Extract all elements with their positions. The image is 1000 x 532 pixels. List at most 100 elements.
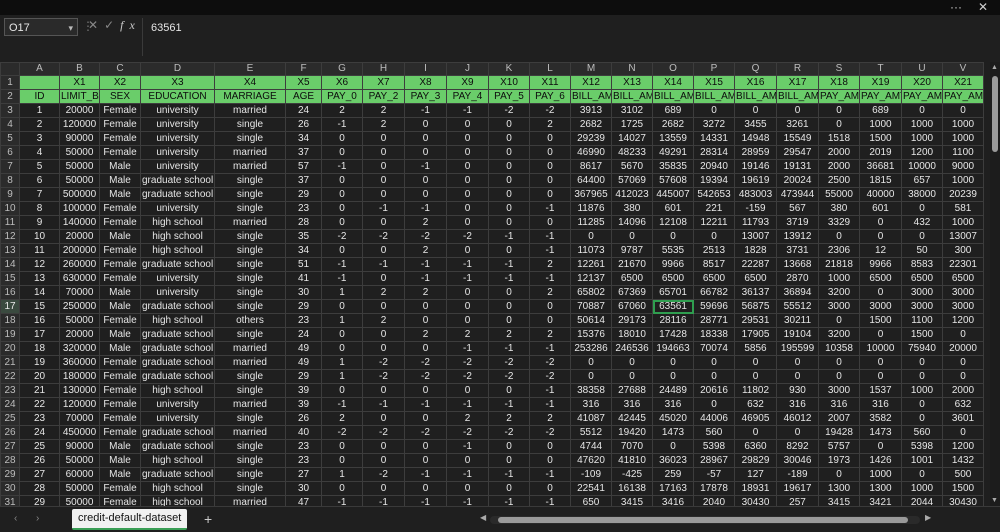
cell-s31[interactable]: 3415 — [818, 495, 860, 506]
cell-o1[interactable]: X14 — [652, 75, 694, 90]
cell-v6[interactable]: 1100 — [942, 145, 984, 160]
cell-p7[interactable]: 20940 — [693, 159, 735, 174]
column-header-k[interactable]: K — [488, 62, 530, 76]
scroll-down-icon[interactable]: ▼ — [991, 497, 998, 504]
cell-r29[interactable]: -189 — [776, 467, 819, 482]
cell-a8[interactable]: 6 — [19, 173, 60, 188]
cell-t31[interactable]: 3421 — [859, 495, 902, 506]
cell-j2[interactable]: PAY_4 — [446, 89, 489, 104]
cell-e30[interactable]: single — [214, 481, 286, 496]
cell-u11[interactable]: 432 — [901, 215, 943, 230]
row-header[interactable]: 29 — [0, 467, 20, 482]
cell-o16[interactable]: 65701 — [652, 285, 694, 300]
cell-k19[interactable]: 2 — [488, 327, 530, 342]
cell-k14[interactable]: -1 — [488, 257, 530, 272]
cell-f31[interactable]: 47 — [285, 495, 322, 506]
vertical-scrollbar[interactable]: ▲ ▼ — [990, 62, 1000, 506]
cell-c19[interactable]: Male — [99, 327, 141, 342]
cell-r23[interactable]: 930 — [776, 383, 819, 398]
cell-j7[interactable]: 0 — [446, 159, 489, 174]
cell-h19[interactable]: 0 — [362, 327, 405, 342]
cell-e18[interactable]: others — [214, 313, 286, 328]
cell-f28[interactable]: 23 — [285, 453, 322, 468]
cell-v28[interactable]: 1432 — [942, 453, 984, 468]
cell-k20[interactable]: -1 — [488, 341, 530, 356]
cell-s16[interactable]: 3200 — [818, 285, 860, 300]
cell-n16[interactable]: 67369 — [611, 285, 653, 300]
cell-h29[interactable]: -2 — [362, 467, 405, 482]
cell-f12[interactable]: 35 — [285, 229, 322, 244]
cell-l28[interactable]: 0 — [529, 453, 571, 468]
cell-o15[interactable]: 6500 — [652, 271, 694, 286]
cell-u20[interactable]: 75940 — [901, 341, 943, 356]
cell-h11[interactable]: 0 — [362, 215, 405, 230]
cell-o18[interactable]: 28116 — [652, 313, 694, 328]
cell-n20[interactable]: 246536 — [611, 341, 653, 356]
cell-h2[interactable]: PAY_2 — [362, 89, 405, 104]
cell-c6[interactable]: Female — [99, 145, 141, 160]
cell-k8[interactable]: 0 — [488, 173, 530, 188]
cell-a24[interactable]: 22 — [19, 397, 60, 412]
cell-a29[interactable]: 27 — [19, 467, 60, 482]
cell-l18[interactable]: 0 — [529, 313, 571, 328]
cell-l4[interactable]: 2 — [529, 117, 571, 132]
cell-a7[interactable]: 5 — [19, 159, 60, 174]
cell-m13[interactable]: 11073 — [570, 243, 612, 258]
cell-h1[interactable]: X7 — [362, 75, 405, 90]
cell-i30[interactable]: 0 — [404, 481, 447, 496]
cell-b10[interactable]: 100000 — [59, 201, 100, 216]
add-sheet-button[interactable]: + — [204, 511, 212, 527]
cell-m21[interactable]: 0 — [570, 355, 612, 370]
cell-d30[interactable]: high school — [140, 481, 215, 496]
cell-g2[interactable]: PAY_0 — [321, 89, 363, 104]
cell-l6[interactable]: 0 — [529, 145, 571, 160]
cell-v17[interactable]: 3000 — [942, 299, 984, 314]
cell-u29[interactable]: 0 — [901, 467, 943, 482]
cell-s20[interactable]: 10358 — [818, 341, 860, 356]
cell-d20[interactable]: graduate school — [140, 341, 215, 356]
cell-n7[interactable]: 5670 — [611, 159, 653, 174]
cell-f30[interactable]: 30 — [285, 481, 322, 496]
cell-s8[interactable]: 2500 — [818, 173, 860, 188]
cell-d18[interactable]: high school — [140, 313, 215, 328]
cell-h20[interactable]: 0 — [362, 341, 405, 356]
cell-f3[interactable]: 24 — [285, 103, 322, 118]
cell-u10[interactable]: 0 — [901, 201, 943, 216]
cell-b8[interactable]: 50000 — [59, 173, 100, 188]
cell-f24[interactable]: 39 — [285, 397, 322, 412]
cell-q11[interactable]: 11793 — [734, 215, 777, 230]
cell-k22[interactable]: -2 — [488, 369, 530, 384]
cell-n21[interactable]: 0 — [611, 355, 653, 370]
cell-p10[interactable]: 221 — [693, 201, 735, 216]
column-header-v[interactable]: V — [942, 62, 984, 76]
cell-n15[interactable]: 6500 — [611, 271, 653, 286]
cell-h15[interactable]: 0 — [362, 271, 405, 286]
cell-b9[interactable]: 500000 — [59, 187, 100, 202]
cell-n29[interactable]: -425 — [611, 467, 653, 482]
cell-r12[interactable]: 13912 — [776, 229, 819, 244]
cell-u27[interactable]: 5398 — [901, 439, 943, 454]
cell-c17[interactable]: Male — [99, 299, 141, 314]
cell-b25[interactable]: 70000 — [59, 411, 100, 426]
cell-d7[interactable]: university — [140, 159, 215, 174]
cell-d17[interactable]: graduate school — [140, 299, 215, 314]
cell-t13[interactable]: 12 — [859, 243, 902, 258]
cell-n8[interactable]: 57069 — [611, 173, 653, 188]
cell-o31[interactable]: 3416 — [652, 495, 694, 506]
cell-r30[interactable]: 19617 — [776, 481, 819, 496]
cell-v9[interactable]: 20239 — [942, 187, 984, 202]
row-header[interactable]: 17 — [0, 299, 20, 314]
cell-o25[interactable]: 45020 — [652, 411, 694, 426]
horizontal-scrollbar[interactable] — [490, 516, 920, 524]
cell-l31[interactable]: -1 — [529, 495, 571, 506]
cell-o20[interactable]: 194663 — [652, 341, 694, 356]
cell-v1[interactable]: X21 — [942, 75, 984, 90]
cell-l11[interactable]: 0 — [529, 215, 571, 230]
cell-t25[interactable]: 3582 — [859, 411, 902, 426]
cell-q4[interactable]: 3455 — [734, 117, 777, 132]
cell-f27[interactable]: 23 — [285, 439, 322, 454]
cell-l21[interactable]: -2 — [529, 355, 571, 370]
cell-j15[interactable]: -1 — [446, 271, 489, 286]
cell-l23[interactable]: -1 — [529, 383, 571, 398]
cell-h10[interactable]: -1 — [362, 201, 405, 216]
